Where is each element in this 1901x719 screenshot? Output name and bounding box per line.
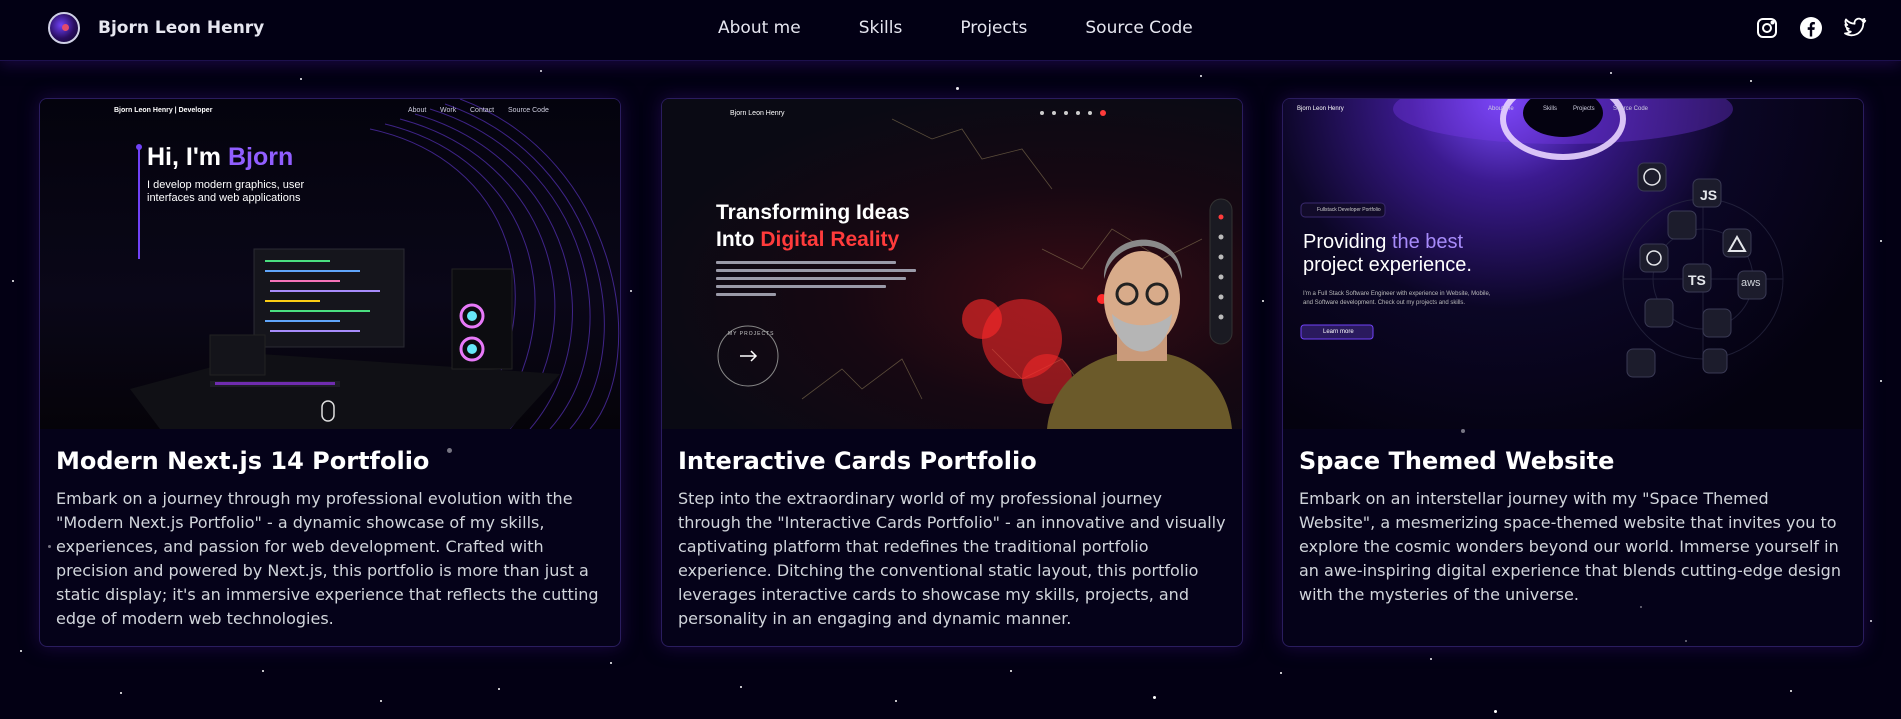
preview-nav-work: Work <box>440 107 457 114</box>
preview-nav-about: About me <box>1488 106 1514 112</box>
instagram-icon[interactable] <box>1755 16 1779 40</box>
nav-link-about-me[interactable]: About me <box>718 18 801 38</box>
social-links <box>1755 16 1867 40</box>
preview-nav-about: About <box>408 107 427 114</box>
preview-subtitle-1: I develop modern graphics, user <box>147 179 305 191</box>
project-preview-image: Bjorn Leon Henry About me Skills Project… <box>1283 99 1863 429</box>
preview-nav-source: Source Code <box>508 107 549 114</box>
preview-heading-1: Providing the best <box>1303 231 1464 253</box>
preview-heading-2: Into Digital Reality <box>716 228 900 251</box>
project-description: Step into the extraordinary world of my … <box>678 489 1226 628</box>
preview-learn-more: Learn more <box>1323 329 1354 335</box>
preview-nav-skills: Skills <box>1543 106 1558 112</box>
preview-heading-1: Transforming Ideas <box>716 201 910 224</box>
nav-link-projects[interactable]: Projects <box>960 18 1027 38</box>
preview-brand: Bjorn Leon Henry <box>1297 106 1344 112</box>
preview-heading: Hi, I'm Bjorn <box>147 143 294 171</box>
facebook-icon[interactable] <box>1799 16 1823 40</box>
preview-paragraph-1: I'm a Full Stack Software Engineer with … <box>1303 291 1491 297</box>
preview-paragraph-2: and Software development. Check out my p… <box>1303 300 1466 306</box>
project-preview-image: Bjorn Leon Henry Transforming Ideas Into… <box>662 99 1242 429</box>
project-title: Interactive Cards Portfolio <box>678 447 1037 475</box>
brand-link[interactable]: Bjorn Leon Henry <box>48 12 264 44</box>
preview-tag: Fullstack Developer Portfolio <box>1317 207 1381 213</box>
project-title: Modern Next.js 14 Portfolio <box>56 447 430 475</box>
preview-aws-label: aws <box>1741 277 1761 289</box>
project-description: Embark on a journey through my professio… <box>56 489 599 628</box>
project-card-space-themed[interactable]: Bjorn Leon Henry About me Skills Project… <box>1282 98 1864 647</box>
top-navbar: Bjorn Leon Henry About me Skills Project… <box>0 0 1901 61</box>
preview-heading-2: project experience. <box>1303 254 1472 276</box>
twitter-icon[interactable] <box>1843 16 1867 40</box>
project-card-nextjs-portfolio[interactable]: Bjorn Leon Henry | Developer About Work … <box>39 98 621 647</box>
preview-ts-label: TS <box>1688 272 1706 288</box>
preview-nav-contact: Contact <box>470 107 495 114</box>
preview-brand: Bjorn Leon Henry | Developer <box>114 107 213 114</box>
preview-nav-projects: Projects <box>1573 106 1595 112</box>
project-description: Embark on an interstellar journey with m… <box>1299 489 1841 604</box>
preview-nav-source: Source Code <box>1613 106 1649 112</box>
project-title: Space Themed Website <box>1299 447 1615 475</box>
preview-projects-badge: MY PROJECTS <box>728 331 775 337</box>
nav-links: About me Skills Projects Source Code <box>718 18 1193 38</box>
purple-wave-graphic <box>130 99 620 429</box>
preview-brand: Bjorn Leon Henry <box>730 110 785 117</box>
preview-subtitle-2: interfaces and web applications <box>147 192 301 204</box>
nav-link-skills[interactable]: Skills <box>859 18 903 38</box>
project-card-interactive-cards[interactable]: Bjorn Leon Henry Transforming Ideas Into… <box>661 98 1243 647</box>
preview-js-label: JS <box>1700 187 1718 203</box>
network-lines-graphic <box>716 110 1233 429</box>
brand-name: Bjorn Leon Henry <box>98 18 265 38</box>
nav-link-source-code[interactable]: Source Code <box>1085 18 1192 38</box>
project-preview-image: Bjorn Leon Henry | Developer About Work … <box>40 99 620 429</box>
brand-logo-avatar <box>48 12 80 44</box>
